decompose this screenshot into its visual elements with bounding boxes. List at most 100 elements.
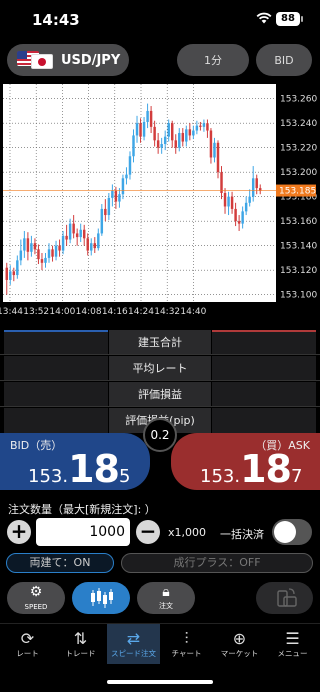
- x-tick-label: 14:16: [102, 307, 128, 317]
- candle-body: [213, 142, 216, 158]
- position-summary: 建玉合計 平均レート 評価損益 評価損益(pip): [0, 330, 320, 433]
- candle-body: [146, 110, 149, 122]
- toggle-knob: [274, 521, 296, 543]
- order-button[interactable]: 🔒︎ 注文: [137, 582, 195, 614]
- speed-settings-button[interactable]: ⚙ SPEED: [7, 582, 65, 614]
- bulk-settle-toggle[interactable]: [272, 519, 312, 545]
- candle-body: [139, 123, 142, 137]
- candle-body: [65, 235, 68, 240]
- ask-buy-button[interactable]: （買）ASK 153.187: [171, 433, 320, 491]
- candle-body: [68, 223, 72, 240]
- stat-row: 平均レート: [0, 356, 320, 381]
- tab-label: メニュー: [277, 649, 308, 658]
- tab-label: トレード: [65, 649, 96, 658]
- decrease-quantity-button[interactable]: −: [136, 520, 160, 544]
- speed-order-icon: ⇄: [126, 629, 141, 648]
- candle-body: [209, 130, 213, 158]
- candle-body: [40, 259, 44, 263]
- divider: [0, 354, 320, 355]
- x-tick-label: 13:52: [23, 307, 49, 317]
- candle-body: [237, 221, 241, 224]
- candle-body: [132, 135, 135, 157]
- order-quantity-label: 注文数量（最大[新規注文]: ）: [8, 503, 156, 516]
- price-type-selector[interactable]: BID: [256, 44, 312, 76]
- candle-body: [220, 172, 223, 193]
- candle-body: [135, 123, 139, 136]
- candle-body: [149, 110, 153, 127]
- rotate-screen-button[interactable]: [256, 582, 313, 614]
- status-bar: 14:43 88: [0, 0, 320, 40]
- quantity-input[interactable]: 1000: [36, 518, 130, 546]
- hedging-mode-button[interactable]: 両建て：ON: [6, 553, 114, 573]
- candle-body: [47, 249, 51, 258]
- stat-value-left: [4, 356, 108, 381]
- y-tick-label: 153.160: [280, 217, 317, 227]
- candle-body: [251, 178, 255, 197]
- tab-speed-order[interactable]: ⇄ スピード注文: [107, 624, 160, 664]
- rotate-icon: [277, 588, 297, 607]
- tab-rate[interactable]: ⟳ レート: [1, 624, 54, 664]
- increase-quantity-button[interactable]: +: [7, 520, 31, 544]
- gear-icon: ⚙: [29, 584, 43, 600]
- bulk-settle-label: 一括決済: [220, 528, 264, 541]
- currency-pair-selector[interactable]: USD/JPY: [7, 44, 129, 76]
- stat-value-left: [4, 408, 108, 433]
- currency-flags-icon: [17, 51, 53, 69]
- currency-pair-label: USD/JPY: [61, 52, 121, 68]
- bid-sell-button[interactable]: BID（売） 153.185: [0, 433, 150, 491]
- candle-body: [51, 249, 54, 257]
- candle-body: [202, 123, 206, 127]
- chart-icon: ⫶: [184, 629, 189, 648]
- stat-label: 建玉合計: [109, 330, 211, 355]
- market-plus-mode-button[interactable]: 成行プラス：OFF: [121, 553, 313, 573]
- candle-body: [181, 132, 185, 142]
- ask-price-head: 153.: [200, 466, 241, 487]
- candle-body: [230, 196, 234, 209]
- home-indicator: [107, 680, 213, 684]
- ask-price: 153.187: [200, 447, 302, 491]
- candle-body: [111, 190, 114, 198]
- trade-icon: ⇅: [73, 629, 88, 648]
- candle-body: [33, 243, 37, 250]
- tab-menu[interactable]: ☰ メニュー: [266, 624, 319, 664]
- x-tick-label: 13:44: [0, 307, 23, 317]
- plot-area: [3, 84, 276, 302]
- candle-body: [121, 178, 125, 195]
- tab-label: マーケット: [220, 649, 259, 658]
- candlestick-chart: 153.260153.240153.220153.200153.180153.1…: [0, 84, 317, 317]
- stat-value-right: [212, 330, 316, 355]
- stat-row: 評価損益: [0, 382, 320, 407]
- bid-price-big: 18: [68, 447, 120, 491]
- bid-price-head: 153.: [28, 466, 69, 487]
- timeframe-selector[interactable]: 1分: [177, 44, 249, 76]
- divider: [0, 380, 320, 381]
- stat-value-right: [212, 382, 316, 407]
- candle-body: [118, 194, 121, 202]
- wifi-icon: [256, 12, 272, 24]
- x-tick-label: 14:32: [154, 307, 180, 317]
- chart-display-button[interactable]: [72, 582, 130, 614]
- candle-body: [107, 197, 111, 216]
- stat-value-right: [212, 408, 316, 433]
- tab-label: レート: [16, 649, 39, 658]
- x-tick-label: 14:24: [128, 307, 154, 317]
- tab-chart[interactable]: ⫶ チャート: [160, 624, 213, 664]
- candle-body: [170, 123, 174, 141]
- candle-body: [156, 140, 160, 148]
- candle-body: [248, 196, 251, 203]
- candle-body: [37, 249, 40, 260]
- candle-body: [100, 208, 104, 234]
- spread-badge: 0.2: [143, 418, 177, 452]
- candle-body: [227, 196, 230, 207]
- price-chart[interactable]: 153.260 153.240 153.220 153.200 153.180 153.1…: [0, 82, 320, 322]
- menu-icon: ☰: [285, 629, 300, 648]
- candle-body: [223, 193, 227, 207]
- candlestick-icon: [91, 588, 113, 608]
- candle-body: [206, 123, 209, 131]
- tab-market[interactable]: ⊕ マーケット: [213, 624, 266, 664]
- tab-trade[interactable]: ⇅ トレード: [54, 624, 107, 664]
- x-tick-label: 14:00: [49, 307, 75, 317]
- candle-body: [234, 208, 237, 222]
- candle-body: [12, 271, 16, 276]
- candle-body: [241, 211, 244, 224]
